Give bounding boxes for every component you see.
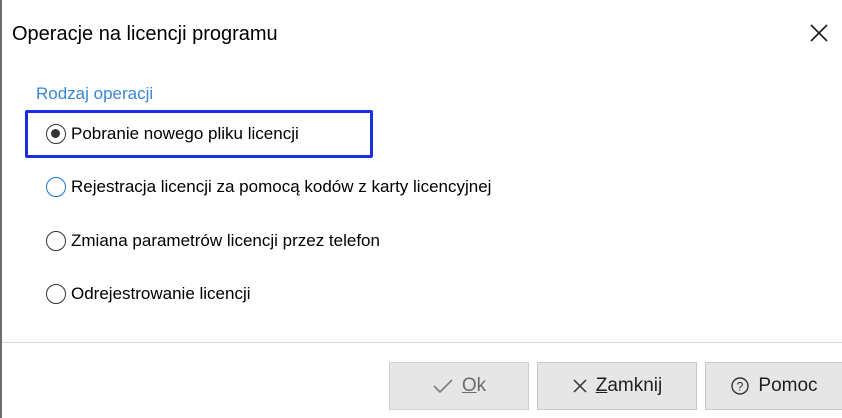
radio-option-label: Pobranie nowego pliku licencji: [71, 124, 299, 143]
dialog-title: Operacje na licencji programu: [12, 23, 278, 45]
ok-button[interactable]: Ok: [389, 362, 529, 410]
radio-unselected-icon[interactable]: [46, 231, 66, 251]
radio-option-change-by-phone[interactable]: Zmiana parametrów licencji przez telefon: [46, 226, 380, 256]
radio-option-download-license[interactable]: Pobranie nowego pliku licencji: [46, 119, 299, 149]
radio-option-register-with-codes[interactable]: Rejestracja licencji za pomocą kodów z k…: [46, 172, 491, 202]
close-button[interactable]: Zamknij: [537, 362, 697, 410]
footer-separator: [2, 342, 842, 343]
help-button-label: Pomoc: [758, 375, 818, 396]
help-circle-icon: ?: [730, 376, 750, 396]
radio-option-label: Odrejestrowanie licencji: [71, 284, 251, 303]
radio-option-unregister[interactable]: Odrejestrowanie licencji: [46, 279, 251, 309]
operation-type-group-label: Rodzaj operacji: [36, 84, 154, 103]
close-icon: [809, 23, 829, 43]
help-button[interactable]: ? Pomoc: [705, 362, 842, 410]
checkmark-icon: [432, 378, 454, 394]
radio-unselected-icon[interactable]: [46, 284, 66, 304]
svg-text:?: ?: [737, 380, 744, 394]
window-left-border: [0, 0, 2, 418]
radio-unselected-icon[interactable]: [46, 177, 66, 197]
radio-selected-icon[interactable]: [46, 124, 66, 144]
close-x-icon: [572, 378, 588, 394]
ok-button-label: Ok: [461, 375, 487, 396]
close-button-label: Zamknij: [595, 375, 663, 396]
radio-option-label: Rejestracja licencji za pomocą kodów z k…: [71, 177, 492, 196]
close-window-button[interactable]: [796, 10, 842, 56]
radio-option-label: Zmiana parametrów licencji przez telefon: [71, 231, 380, 250]
